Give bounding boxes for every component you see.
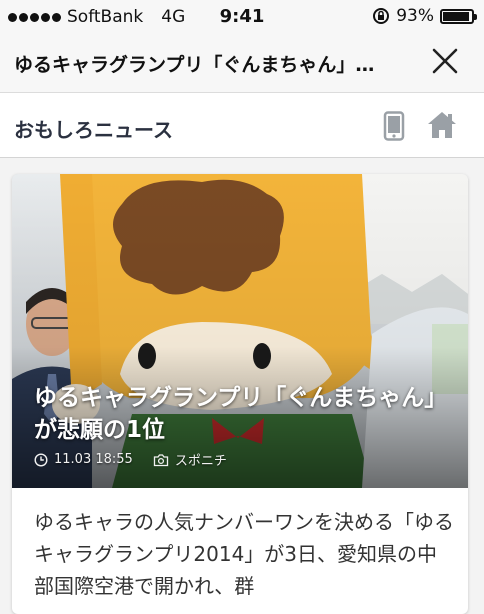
orientation-lock-icon	[373, 8, 390, 24]
article-card[interactable]: ゆるキャラグランプリ「ぐんまちゃん」が悲願の1位 11.03 18:55 スポニ…	[12, 174, 468, 614]
site-header: おもしろニュース	[0, 93, 484, 158]
battery-icon	[440, 8, 477, 24]
article-source: スポニチ	[174, 454, 227, 469]
home-icon[interactable]	[425, 109, 459, 141]
mobile-phone-icon[interactable]	[383, 111, 405, 141]
navigation-bar: ゆるキャラグランプリ「ぐんまちゃん」…	[0, 34, 484, 93]
battery-group: 93%	[372, 6, 477, 26]
clock-icon	[34, 452, 48, 467]
status-bar: SoftBank 4G 9:41 93%	[0, 0, 484, 34]
page-title: ゆるキャラグランプリ「ぐんまちゃん」…	[14, 54, 375, 76]
camera-icon	[153, 453, 168, 466]
site-name-link[interactable]: おもしろニュース	[14, 114, 173, 143]
close-icon[interactable]	[428, 44, 462, 78]
battery-fill	[443, 11, 469, 21]
article-meta: 11.03 18:55 スポニチ	[34, 450, 227, 469]
battery-percent: 93%	[396, 6, 434, 26]
article-headline[interactable]: ゆるキャラグランプリ「ぐんまちゃん」が悲願の1位	[34, 382, 452, 446]
article-body: ゆるキャラの人気ナンバーワンを決める「ゆるキャラグランプリ2014」が3日、愛知…	[34, 510, 454, 598]
article-date: 11.03 18:55	[54, 452, 133, 467]
